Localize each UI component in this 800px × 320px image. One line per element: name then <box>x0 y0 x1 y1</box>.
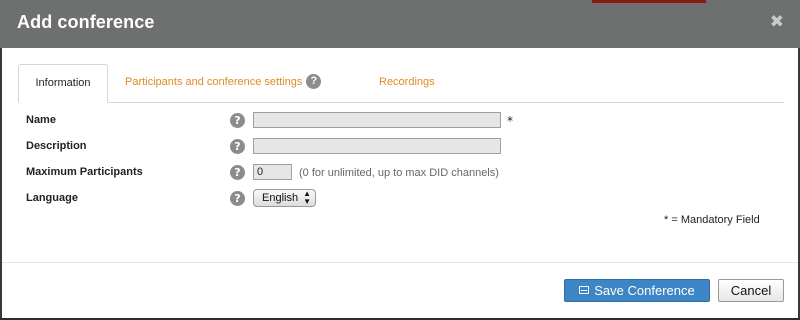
tab-bar: Information Participants and conference … <box>18 64 784 103</box>
tab-participants-settings[interactable]: Participants and conference settings? <box>125 64 322 101</box>
description-input[interactable] <box>253 138 501 154</box>
name-label: Name <box>26 114 56 126</box>
help-icon[interactable]: ? <box>230 165 245 180</box>
tab-recordings[interactable]: Recordings <box>379 64 435 101</box>
mandatory-note: * = Mandatory Field <box>664 214 760 226</box>
dialog-header: Add conference ✖ <box>0 0 800 48</box>
cancel-button[interactable]: Cancel <box>718 279 784 302</box>
tab-information-label: Information <box>35 77 91 89</box>
cancel-label: Cancel <box>730 283 772 298</box>
header-accent-strip <box>592 0 706 3</box>
footer-divider <box>2 262 798 263</box>
help-icon[interactable]: ? <box>306 73 322 89</box>
max-participants-label: Maximum Participants <box>26 166 143 178</box>
language-label: Language <box>26 192 78 204</box>
save-conference-label: Save Conference <box>594 283 695 298</box>
dialog-title: Add conference <box>17 12 155 32</box>
close-icon[interactable]: ✖ <box>770 12 784 32</box>
tab-participants-settings-label: Participants and conference settings <box>125 76 303 88</box>
save-icon <box>579 286 590 295</box>
help-icon[interactable]: ? <box>230 113 245 128</box>
max-participants-input[interactable] <box>253 164 292 180</box>
description-label: Description <box>26 140 87 152</box>
language-select[interactable]: English ▲ ▼ <box>253 189 316 207</box>
language-select-value: English <box>262 192 299 204</box>
save-conference-button[interactable]: Save Conference <box>564 279 710 302</box>
select-arrows-icon: ▲ ▼ <box>303 189 311 206</box>
tab-information[interactable]: Information <box>18 64 108 103</box>
name-input[interactable] <box>253 112 501 128</box>
required-marker: * <box>507 114 513 128</box>
help-icon[interactable]: ? <box>230 139 245 154</box>
dialog-body: Information Participants and conference … <box>2 48 798 318</box>
tab-recordings-label: Recordings <box>379 76 435 88</box>
help-icon[interactable]: ? <box>230 191 245 206</box>
max-participants-hint: (0 for unlimited, up to max DID channels… <box>299 167 499 179</box>
